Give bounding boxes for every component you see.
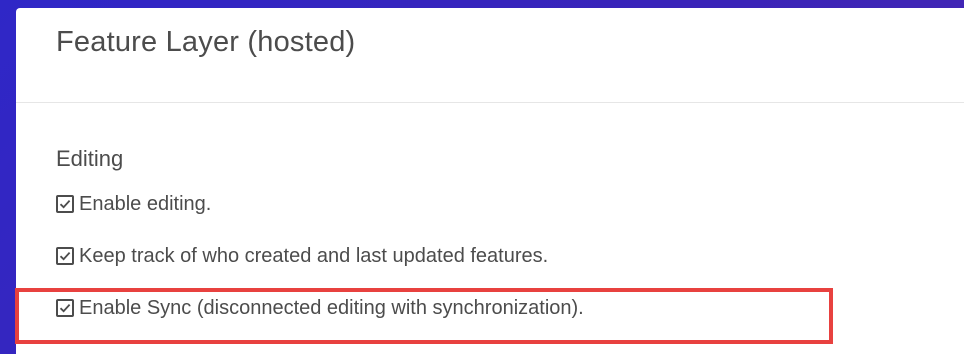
enable-editing-label: Enable editing. xyxy=(79,192,212,215)
panel-header: Feature Layer (hosted) xyxy=(16,8,964,103)
checkmark-icon xyxy=(59,199,71,209)
enable-editing-option[interactable]: Enable editing. xyxy=(56,190,584,218)
enable-sync-option[interactable]: Enable Sync (disconnected editing with s… xyxy=(56,294,584,322)
enable-editing-checkbox[interactable] xyxy=(56,195,74,213)
enable-sync-checkbox[interactable] xyxy=(56,299,74,317)
editing-heading: Editing xyxy=(56,146,124,171)
track-editors-option[interactable]: Keep track of who created and last updat… xyxy=(56,242,584,270)
checkmark-icon xyxy=(59,303,71,313)
settings-panel: Feature Layer (hosted) Editing Enable ed… xyxy=(16,8,964,354)
enable-sync-label: Enable Sync (disconnected editing with s… xyxy=(79,296,584,319)
page-title: Feature Layer (hosted) xyxy=(56,26,356,58)
track-editors-label: Keep track of who created and last updat… xyxy=(79,244,549,267)
track-editors-checkbox[interactable] xyxy=(56,247,74,265)
checkmark-icon xyxy=(59,251,71,261)
editing-section: Editing Enable editing. Keep track of wh… xyxy=(56,146,584,322)
